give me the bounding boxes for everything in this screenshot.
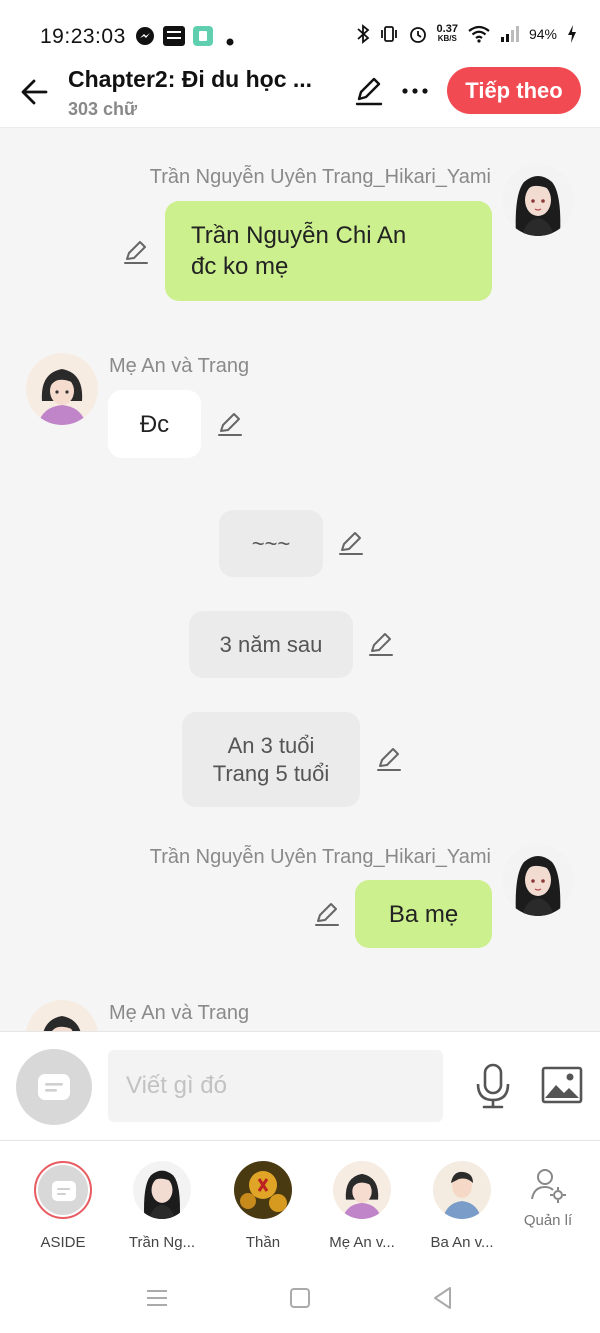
character-label: Quản lí (523, 1212, 573, 1229)
message-bubble[interactable]: Đc (108, 390, 201, 458)
messenger-icon (136, 27, 154, 45)
pencil-icon[interactable] (352, 74, 386, 108)
battery-level: 94% (528, 26, 557, 42)
character-label: Thần (245, 1234, 281, 1251)
message-bubble[interactable]: Ba mẹ (355, 880, 492, 948)
vibrate-icon (380, 26, 397, 42)
avatar (133, 1161, 191, 1219)
baomoi-icon (163, 26, 185, 46)
character-aside[interactable]: ASIDE (13, 1161, 113, 1251)
alarm-icon (409, 27, 426, 43)
network-speed: 0.37 KB/S (437, 24, 458, 44)
aside-toggle-button[interactable] (16, 1049, 92, 1125)
sender-name: Mẹ An và Trang (109, 355, 250, 377)
word-count: 303 chữ (68, 99, 138, 119)
avatar-trang[interactable] (502, 844, 574, 916)
battery-icon (568, 25, 576, 43)
character-label: Mẹ An v... (329, 1234, 395, 1251)
aside-avatar (34, 1161, 92, 1219)
message-composer (0, 1031, 600, 1141)
sender-name: Trần Nguyễn Uyên Trang_Hikari_Yami (149, 166, 491, 188)
avatar-trang[interactable] (502, 164, 574, 236)
manage-icon (531, 1169, 566, 1203)
pencil-icon[interactable] (215, 409, 245, 439)
bluetooth-icon (356, 24, 369, 44)
pencil-icon[interactable] (121, 237, 151, 267)
avatar-me-an-va-trang[interactable] (26, 1000, 98, 1031)
character-bar: ASIDE Trần Ng... Thần Mẹ An v... Ba An v… (0, 1141, 600, 1261)
menu-icon[interactable] (144, 1285, 170, 1311)
chapter-header: Chapter2: Đi du học ... 303 chữ Tiếp the… (0, 60, 600, 128)
image-icon[interactable] (540, 1065, 584, 1105)
speed-unit: KB/S (437, 34, 457, 43)
aside-icon (52, 1181, 76, 1201)
narration-bubble[interactable]: 3 năm sau (189, 611, 353, 678)
avatar-me-an-va-trang[interactable] (26, 353, 98, 425)
character-label: Ba An v... (430, 1234, 494, 1251)
avatar (234, 1161, 292, 1219)
character-than[interactable]: Thần (213, 1161, 313, 1251)
manage-characters-button[interactable]: Quản lí (498, 1161, 598, 1229)
notification-dot-icon (226, 38, 234, 46)
pencil-icon[interactable] (336, 528, 366, 558)
character-me-an[interactable]: Mẹ An v... (312, 1161, 412, 1251)
mic-icon[interactable] (472, 1062, 514, 1110)
sender-name: Trần Nguyễn Uyên Trang_Hikari_Yami (149, 846, 491, 868)
system-nav-bar (0, 1261, 600, 1333)
more-icon[interactable] (398, 74, 432, 108)
message-bubble[interactable]: Trần Nguyễn Chi An đc ko mẹ (165, 201, 492, 301)
back-arrow-icon[interactable] (16, 72, 56, 112)
narration-bubble[interactable]: An 3 tuổi Trang 5 tuổi (182, 712, 360, 807)
app-icon (193, 26, 213, 46)
narration-bubble[interactable]: ~~~ (219, 510, 323, 577)
avatar (333, 1161, 391, 1219)
aside-icon (38, 1074, 70, 1100)
home-icon[interactable] (287, 1285, 313, 1311)
wifi-icon (468, 25, 490, 43)
character-label: ASIDE (40, 1234, 86, 1251)
back-triangle-icon[interactable] (430, 1285, 456, 1311)
status-time: 19:23:03 (40, 25, 126, 48)
status-bar: 19:23:03 0.37 KB/S 94% (0, 0, 600, 60)
next-chapter-button[interactable]: Tiếp theo (447, 67, 581, 114)
character-ba-an[interactable]: Ba An v... (412, 1161, 512, 1251)
pencil-icon[interactable] (366, 629, 396, 659)
avatar (433, 1161, 491, 1219)
pencil-icon[interactable] (312, 899, 342, 929)
signal-icon (500, 26, 519, 42)
message-input[interactable] (108, 1050, 443, 1122)
chapter-title[interactable]: Chapter2: Đi du học ... (68, 66, 338, 93)
character-label: Trần Ng... (128, 1234, 196, 1251)
character-tran-ng[interactable]: Trần Ng... (112, 1161, 212, 1251)
pencil-icon[interactable] (374, 744, 404, 774)
chat-area[interactable]: Trần Nguyễn Uyên Trang_Hikari_Yami Trần … (0, 128, 600, 1031)
speed-value: 0.37 (436, 23, 458, 35)
sender-name: Mẹ An và Trang (109, 1002, 250, 1024)
